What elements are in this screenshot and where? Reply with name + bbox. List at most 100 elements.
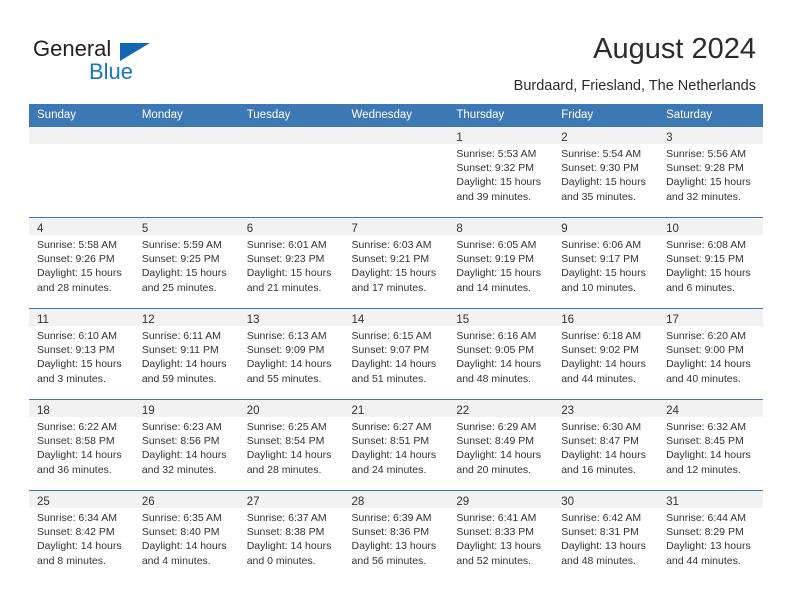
sunset-time: Sunset: 8:58 PM <box>37 435 115 448</box>
daylight-duration-line2: and 10 minutes. <box>561 281 636 294</box>
day-details: Sunrise: 6:11 AM Sunset: 9:11 PM Daylight:… <box>134 326 239 386</box>
sunrise-time: Sunrise: 6:13 AM <box>246 330 327 342</box>
logo-text-blue: Blue <box>89 59 134 84</box>
sunset-time: Sunset: 9:21 PM <box>351 253 430 266</box>
calendar-day-cell[interactable]: 16 Sunrise: 6:18 AM Sunset: 9:02 PM Dayligh… <box>553 308 659 400</box>
calendar-day-cell[interactable]: 26 Sunrise: 6:35 AM Sunset: 8:40 PM Dayligh… <box>133 490 239 581</box>
day-number-band: 3 <box>658 127 763 144</box>
daylight-duration-line2: and 28 minutes. <box>37 281 112 294</box>
daylight-duration-line2: and 14 minutes. <box>456 281 532 294</box>
daylight-duration-line2: and 0 minutes. <box>246 554 316 567</box>
day-number-band: 11 <box>29 309 134 326</box>
day-number: 30 <box>561 496 575 508</box>
day-number: 16 <box>561 314 575 326</box>
calendar-day-cell[interactable]: 30 Sunrise: 6:42 AM Sunset: 8:31 PM Dayligh… <box>553 490 659 581</box>
sunset-time: Sunset: 9:09 PM <box>246 344 325 357</box>
calendar-day-cell[interactable]: 14 Sunrise: 6:15 AM Sunset: 9:07 PM Dayligh… <box>343 308 449 400</box>
calendar-day-cell[interactable]: 11 Sunrise: 6:10 AM Sunset: 9:13 PM Dayligh… <box>29 308 134 400</box>
calendar-day-cell[interactable]: 25 Sunrise: 6:34 AM Sunset: 8:42 PM Dayligh… <box>29 490 134 581</box>
day-number-band: 10 <box>658 218 763 235</box>
sunrise-time: Sunrise: 6:44 AM <box>666 512 747 524</box>
daylight-duration-line1: Daylight: 14 hours <box>246 358 332 371</box>
daylight-duration-line1: Daylight: 14 hours <box>666 449 751 462</box>
day-number-band <box>29 127 134 144</box>
day-details: Sunrise: 6:06 AM Sunset: 9:17 PM Daylight:… <box>553 235 658 295</box>
day-number: 18 <box>37 405 50 417</box>
day-number-band: 20 <box>238 400 344 417</box>
day-number-band: 25 <box>29 491 134 508</box>
daylight-duration-line2: and 48 minutes. <box>456 372 532 385</box>
daylight-duration-line1: Daylight: 14 hours <box>246 449 332 462</box>
day-number-band: 21 <box>343 400 449 417</box>
daylight-duration-line1: Daylight: 13 hours <box>456 540 542 553</box>
daylight-duration-line2: and 21 minutes. <box>246 281 322 294</box>
calendar-day-cell[interactable]: 21 Sunrise: 6:27 AM Sunset: 8:51 PM Dayligh… <box>343 399 449 491</box>
sunrise-time: Sunrise: 6:29 AM <box>456 421 537 433</box>
general-blue-logo[interactable]: General Blue <box>33 36 233 86</box>
calendar-day-cell[interactable]: 27 Sunrise: 6:37 AM Sunset: 8:38 PM Dayligh… <box>238 490 344 581</box>
calendar-day-cell[interactable]: 24 Sunrise: 6:32 AM Sunset: 8:45 PM Dayligh… <box>658 399 763 491</box>
day-number: 26 <box>141 496 155 508</box>
calendar-day-cell[interactable]: 8 Sunrise: 6:05 AM Sunset: 9:19 PM Daylight… <box>448 217 554 309</box>
day-number-band: 4 <box>29 218 134 235</box>
calendar-day-cell[interactable]: 17 Sunrise: 6:20 AM Sunset: 9:00 PM Dayligh… <box>658 308 763 400</box>
calendar-week-row: 4 Sunrise: 5:58 AM Sunset: 9:26 PM Daylight… <box>29 217 763 309</box>
daylight-duration-line2: and 36 minutes. <box>37 463 112 476</box>
calendar-day-cell[interactable]: 9 Sunrise: 6:06 AM Sunset: 9:17 PM Daylight… <box>553 217 659 309</box>
calendar-day-cell[interactable]: 20 Sunrise: 6:25 AM Sunset: 8:54 PM Dayligh… <box>238 399 344 491</box>
day-details: Sunrise: 6:32 AM Sunset: 8:45 PM Daylight:… <box>658 417 763 477</box>
daylight-duration-line1: Daylight: 15 hours <box>141 267 227 280</box>
day-details: Sunrise: 6:10 AM Sunset: 9:13 PM Daylight:… <box>29 326 134 386</box>
calendar-day-cell[interactable]: 28 Sunrise: 6:39 AM Sunset: 8:36 PM Dayligh… <box>343 490 449 581</box>
calendar-day-cell[interactable]: 2 Sunrise: 5:54 AM Sunset: 9:30 PM Daylight… <box>553 127 659 218</box>
calendar-day-cell[interactable]: 15 Sunrise: 6:16 AM Sunset: 9:05 PM Dayligh… <box>448 308 554 400</box>
weekday-header-friday: Friday <box>553 104 659 127</box>
day-details: Sunrise: 6:16 AM Sunset: 9:05 PM Daylight:… <box>448 326 553 386</box>
sunset-time: Sunset: 8:49 PM <box>456 435 535 448</box>
day-details: Sunrise: 5:58 AM Sunset: 9:26 PM Daylight:… <box>29 235 134 295</box>
calendar-day-cell[interactable]: 4 Sunrise: 5:58 AM Sunset: 9:26 PM Daylight… <box>29 217 134 309</box>
sunset-time: Sunset: 8:31 PM <box>561 526 639 539</box>
day-number-band: 29 <box>448 491 554 508</box>
sunset-time: Sunset: 9:17 PM <box>561 253 639 266</box>
day-number: 10 <box>666 223 679 235</box>
calendar-day-cell[interactable]: 19 Sunrise: 6:23 AM Sunset: 8:56 PM Dayligh… <box>133 399 239 491</box>
sunset-time: Sunset: 8:51 PM <box>351 435 430 448</box>
calendar-body: 1 Sunrise: 5:53 AM Sunset: 9:32 PM Daylight… <box>29 127 763 581</box>
calendar-day-cell[interactable]: 12 Sunrise: 6:11 AM Sunset: 9:11 PM Dayligh… <box>133 308 239 400</box>
calendar-day-cell[interactable]: 10 Sunrise: 6:08 AM Sunset: 9:15 PM Dayligh… <box>658 217 763 309</box>
calendar-day-cell[interactable]: 31 Sunrise: 6:44 AM Sunset: 8:29 PM Dayligh… <box>658 490 763 581</box>
calendar-day-cell[interactable]: 6 Sunrise: 6:01 AM Sunset: 9:23 PM Daylight… <box>238 217 344 309</box>
sunrise-time: Sunrise: 6:05 AM <box>456 239 537 251</box>
calendar-day-cell[interactable]: 22 Sunrise: 6:29 AM Sunset: 8:49 PM Dayligh… <box>448 399 554 491</box>
daylight-duration-line2: and 55 minutes. <box>246 372 322 385</box>
calendar-day-cell[interactable]: 3 Sunrise: 5:56 AM Sunset: 9:28 PM Daylight… <box>658 127 763 218</box>
daylight-duration-line1: Daylight: 14 hours <box>561 449 646 462</box>
daylight-duration-line1: Daylight: 15 hours <box>456 176 542 189</box>
day-number-band: 5 <box>133 218 239 235</box>
day-details: Sunrise: 6:05 AM Sunset: 9:19 PM Daylight:… <box>448 235 553 295</box>
sunrise-time: Sunrise: 6:10 AM <box>37 330 117 342</box>
daylight-duration-line2: and 32 minutes. <box>666 190 741 203</box>
day-number-band: 22 <box>448 400 554 417</box>
calendar-day-cell[interactable]: 13 Sunrise: 6:13 AM Sunset: 9:09 PM Dayligh… <box>238 308 344 400</box>
weekday-header-saturday: Saturday <box>658 104 763 127</box>
day-number: 22 <box>456 405 470 417</box>
sunset-time: Sunset: 9:11 PM <box>141 344 219 357</box>
calendar-day-cell[interactable]: 18 Sunrise: 6:22 AM Sunset: 8:58 PM Dayligh… <box>29 399 134 491</box>
day-number: 12 <box>141 314 155 326</box>
calendar-day-cell[interactable]: 23 Sunrise: 6:30 AM Sunset: 8:47 PM Dayligh… <box>553 399 659 491</box>
calendar-header-row: Sunday Monday Tuesday Wednesday Thursday… <box>29 104 763 127</box>
daylight-duration-line2: and 3 minutes. <box>37 372 106 385</box>
sunrise-time: Sunrise: 6:41 AM <box>456 512 537 524</box>
calendar-day-cell[interactable]: 29 Sunrise: 6:41 AM Sunset: 8:33 PM Dayligh… <box>448 490 554 581</box>
sunset-time: Sunset: 9:13 PM <box>37 344 115 357</box>
calendar-day-cell[interactable]: 5 Sunrise: 5:59 AM Sunset: 9:25 PM Daylight… <box>133 217 239 309</box>
daylight-duration-line2: and 52 minutes. <box>456 554 532 567</box>
daylight-duration-line1: Daylight: 15 hours <box>666 267 751 280</box>
calendar-week-row: 1 Sunrise: 5:53 AM Sunset: 9:32 PM Daylight… <box>29 127 763 218</box>
sunset-time: Sunset: 8:29 PM <box>666 526 744 539</box>
calendar-day-cell[interactable]: 1 Sunrise: 5:53 AM Sunset: 9:32 PM Daylight… <box>448 127 554 218</box>
daylight-duration-line2: and 39 minutes. <box>456 190 532 203</box>
calendar-day-cell[interactable]: 7 Sunrise: 6:03 AM Sunset: 9:21 PM Daylight… <box>343 217 449 309</box>
